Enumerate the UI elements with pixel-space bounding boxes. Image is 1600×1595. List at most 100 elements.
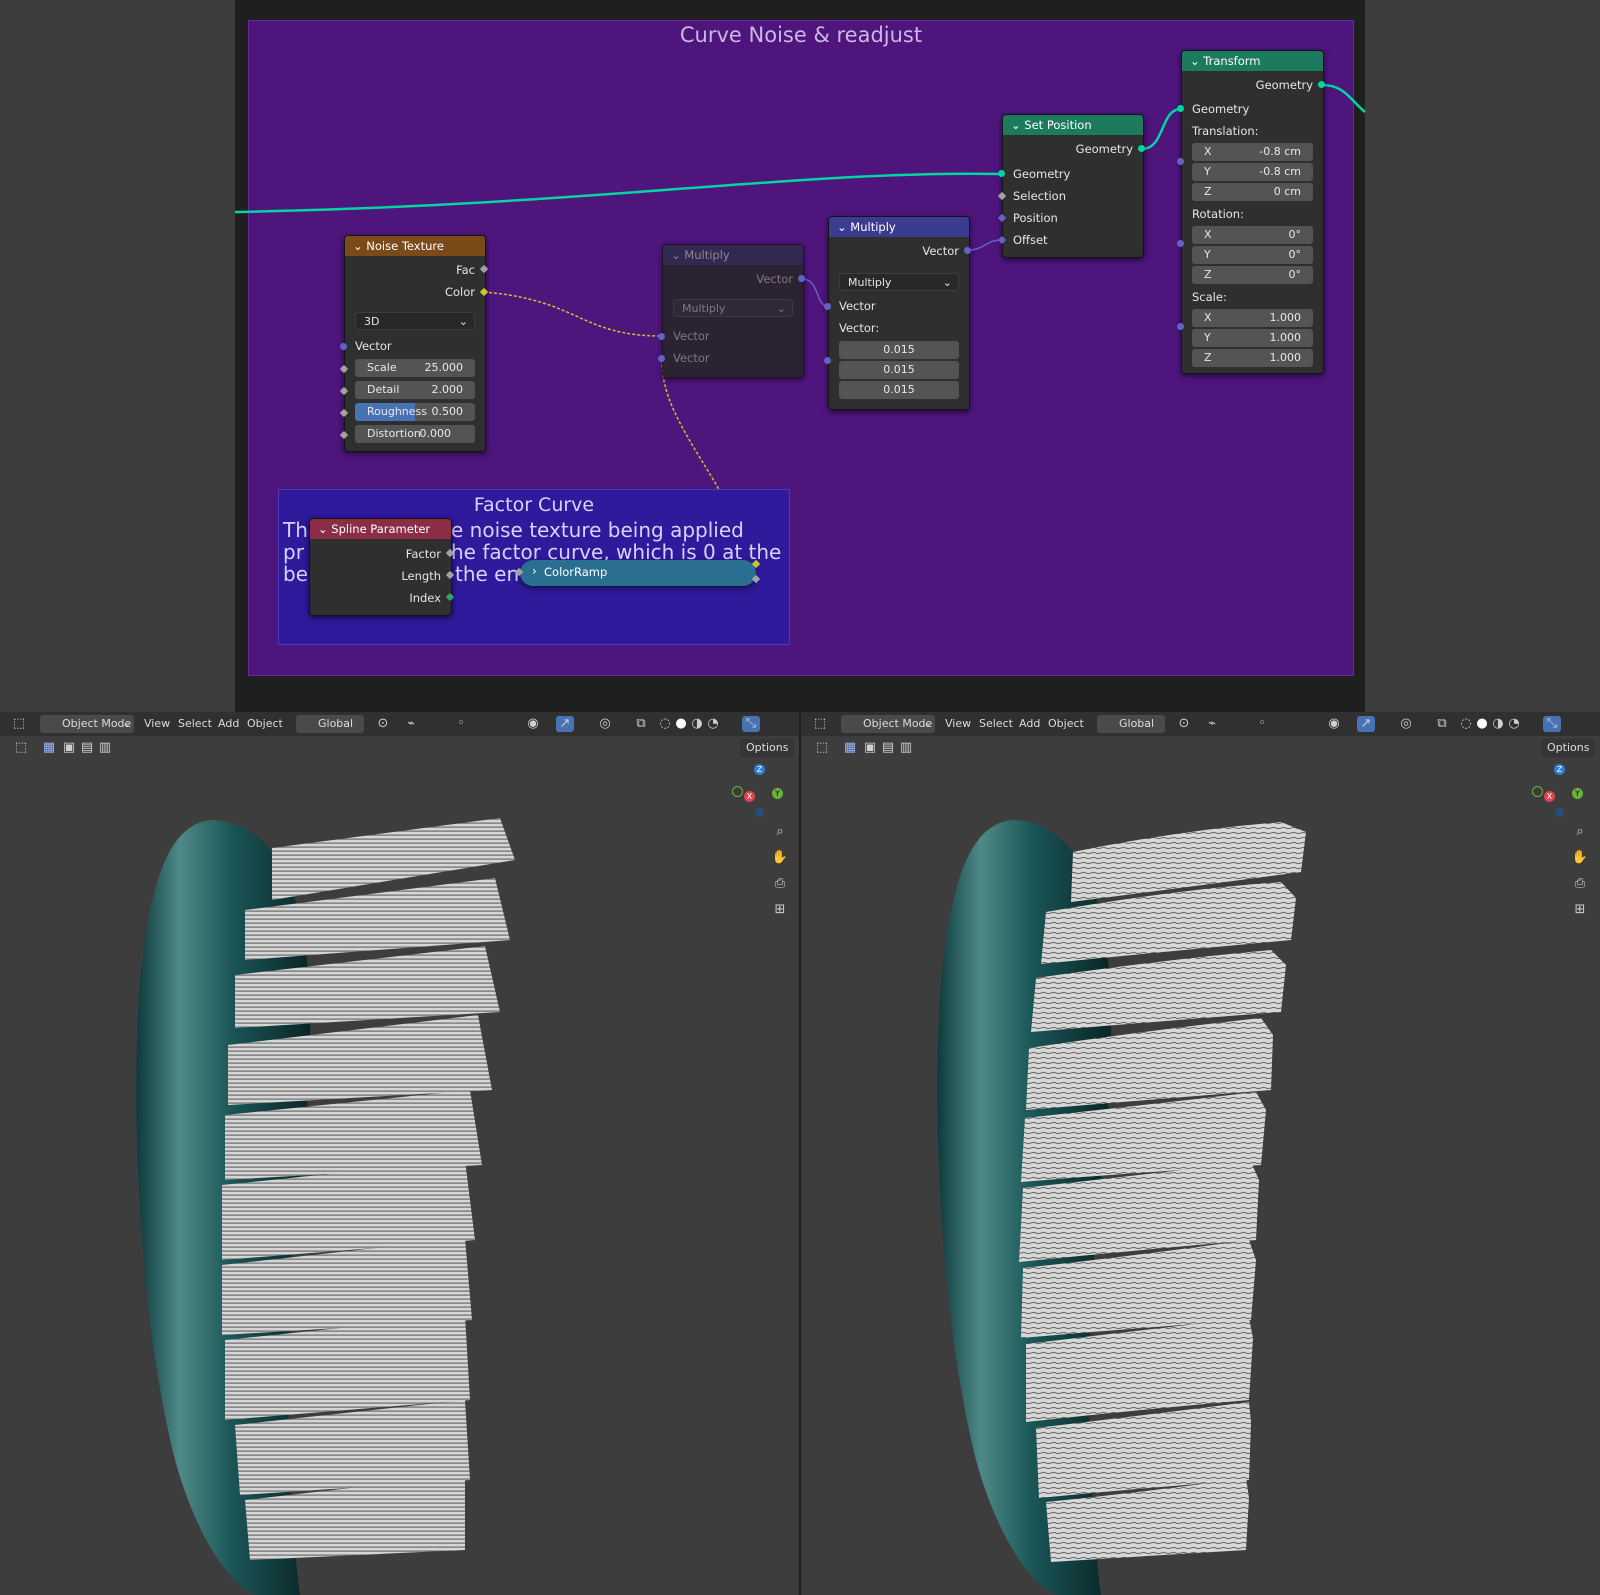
chevron-down-icon[interactable]: ⌄ bbox=[318, 522, 328, 536]
xray-icon[interactable]: ⧉ bbox=[632, 716, 650, 732]
socket-vector-in[interactable] bbox=[824, 357, 831, 364]
rendered-shading-icon[interactable]: ◔ bbox=[704, 716, 722, 732]
socket-geometry-out[interactable] bbox=[1318, 81, 1325, 88]
rotation-x-field[interactable]: X 0° bbox=[1192, 226, 1313, 244]
visibility-icon[interactable]: ◉ bbox=[1325, 716, 1343, 732]
translation-z-field[interactable]: Z 0 cm bbox=[1192, 183, 1313, 201]
select-new-icon[interactable]: ▦ bbox=[40, 740, 58, 756]
node-header[interactable]: ⌄ Multiply bbox=[829, 217, 969, 237]
vector-y-field[interactable]: 0.015 bbox=[839, 361, 959, 379]
node-noise-texture[interactable]: ⌄ Noise Texture Fac Color 3D ⌄ Vector Sca… bbox=[344, 235, 486, 452]
socket-vector[interactable] bbox=[340, 343, 347, 350]
chevron-down-icon[interactable]: ⌄ bbox=[671, 248, 681, 262]
translation-y-field[interactable]: Y -0.8 cm bbox=[1192, 163, 1313, 181]
chevron-down-icon[interactable]: ⌄ bbox=[1011, 118, 1021, 132]
socket-vector-out[interactable] bbox=[798, 275, 805, 282]
editor-type-icon[interactable]: ⬚ bbox=[811, 716, 829, 732]
node-spline-parameter[interactable]: ⌄ Spline Parameter Factor Length Index bbox=[309, 518, 452, 616]
node-header[interactable]: ⌄ Noise Texture bbox=[345, 236, 485, 256]
select-subtract-icon[interactable]: ▤ bbox=[879, 740, 897, 756]
viewport-left[interactable]: ⬚ Object Mode ⌄ View Select Add Object Gl… bbox=[0, 712, 799, 1595]
gizmo-icon[interactable]: ↗ bbox=[556, 716, 574, 732]
menu-view[interactable]: View bbox=[945, 715, 971, 733]
proportional-edit-icon[interactable]: ◦ bbox=[1253, 716, 1271, 732]
node-multiply-muted[interactable]: ⌄ Multiply Vector Multiply ⌄ Vector Vecto… bbox=[662, 244, 804, 378]
menu-object[interactable]: Object bbox=[247, 715, 283, 733]
node-colorramp[interactable]: › ColorRamp bbox=[520, 560, 756, 586]
viewport-right[interactable]: ⬚ Object Mode ⌄ View Select Add Object Gl… bbox=[801, 712, 1600, 1595]
editor-type-icon[interactable]: ⬚ bbox=[10, 716, 28, 732]
socket-vector-in[interactable] bbox=[824, 303, 831, 310]
visibility-icon[interactable]: ◉ bbox=[524, 716, 542, 732]
tool-settings-icon[interactable]: ⤡ bbox=[742, 716, 760, 732]
chevron-down-icon[interactable]: ⌄ bbox=[353, 239, 363, 253]
socket-vector-in[interactable] bbox=[658, 333, 665, 340]
operation-dropdown[interactable]: Multiply ⌄ bbox=[673, 299, 793, 317]
select-extend-icon[interactable]: ▣ bbox=[60, 740, 78, 756]
roughness-slider[interactable]: Roughness 0.500 bbox=[355, 403, 475, 421]
rotation-z-field[interactable]: Z 0° bbox=[1192, 266, 1313, 284]
chevron-down-icon[interactable]: ⌄ bbox=[837, 220, 847, 234]
mode-dropdown[interactable]: Object Mode ⌄ bbox=[841, 715, 935, 733]
socket-geometry-in[interactable] bbox=[998, 170, 1005, 177]
socket-rotation[interactable] bbox=[1177, 240, 1184, 247]
operation-dropdown[interactable]: Multiply ⌄ bbox=[839, 273, 959, 291]
socket-translation[interactable] bbox=[1177, 158, 1184, 165]
overlay-icon[interactable]: ◎ bbox=[1397, 716, 1415, 732]
menu-add[interactable]: Add bbox=[218, 715, 239, 733]
snap-icon[interactable]: ⌁ bbox=[1203, 716, 1221, 732]
node-multiply[interactable]: ⌄ Multiply Vector Multiply ⌄ Vector Vecto… bbox=[828, 216, 970, 410]
scale-z-field[interactable]: Z 1.000 bbox=[1192, 349, 1313, 367]
proportional-edit-icon[interactable]: ◦ bbox=[452, 716, 470, 732]
gizmo-icon[interactable]: ↗ bbox=[1357, 716, 1375, 732]
scale-x-field[interactable]: X 1.000 bbox=[1192, 309, 1313, 327]
node-header[interactable]: ⌄ Multiply bbox=[663, 245, 803, 265]
field-value: 0.500 bbox=[431, 405, 464, 418]
dimensions-dropdown[interactable]: 3D ⌄ bbox=[355, 312, 475, 330]
detail-field[interactable]: Detail 2.000 bbox=[355, 381, 475, 399]
select-invert-icon[interactable]: ▥ bbox=[96, 740, 114, 756]
chevron-down-icon[interactable]: ⌄ bbox=[1190, 54, 1200, 68]
select-tool-icon[interactable]: ⬚ bbox=[12, 740, 30, 756]
rotation-y-field[interactable]: Y 0° bbox=[1192, 246, 1313, 264]
node-header[interactable]: ⌄ Set Position bbox=[1003, 115, 1143, 135]
socket-geometry-in[interactable] bbox=[1177, 105, 1184, 112]
select-subtract-icon[interactable]: ▤ bbox=[78, 740, 96, 756]
vector-x-field[interactable]: 0.015 bbox=[839, 341, 959, 359]
translation-x-field[interactable]: X -0.8 cm bbox=[1192, 143, 1313, 161]
menu-object[interactable]: Object bbox=[1048, 715, 1084, 733]
node-header[interactable]: ⌄ Transform bbox=[1182, 51, 1323, 71]
socket-vector-in[interactable] bbox=[658, 355, 665, 362]
chevron-right-icon[interactable]: › bbox=[532, 564, 537, 578]
menu-select[interactable]: Select bbox=[979, 715, 1013, 733]
socket-scale[interactable] bbox=[1177, 323, 1184, 330]
overlay-icon[interactable]: ◎ bbox=[596, 716, 614, 732]
scale-y-field[interactable]: Y 1.000 bbox=[1192, 329, 1313, 347]
socket-vector-out[interactable] bbox=[964, 247, 971, 254]
pivot-icon[interactable]: ⊙ bbox=[1175, 716, 1193, 732]
menu-add[interactable]: Add bbox=[1019, 715, 1040, 733]
select-new-icon[interactable]: ▦ bbox=[841, 740, 859, 756]
node-set-position[interactable]: ⌄ Set Position Geometry Geometry Selecti… bbox=[1002, 114, 1144, 258]
xray-icon[interactable]: ⧉ bbox=[1433, 716, 1451, 732]
menu-view[interactable]: View bbox=[144, 715, 170, 733]
select-extend-icon[interactable]: ▣ bbox=[861, 740, 879, 756]
select-invert-icon[interactable]: ▥ bbox=[897, 740, 915, 756]
orientation-dropdown[interactable]: Global bbox=[296, 715, 364, 733]
options-dropdown[interactable]: Options bbox=[1541, 739, 1595, 757]
rendered-shading-icon[interactable]: ◔ bbox=[1505, 716, 1523, 732]
select-tool-icon[interactable]: ⬚ bbox=[813, 740, 831, 756]
socket-geometry-out[interactable] bbox=[1138, 145, 1145, 152]
snap-icon[interactable]: ⌁ bbox=[402, 716, 420, 732]
scale-field[interactable]: Scale 25.000 bbox=[355, 359, 475, 377]
orientation-dropdown[interactable]: Global bbox=[1097, 715, 1165, 733]
pivot-icon[interactable]: ⊙ bbox=[374, 716, 392, 732]
distortion-field[interactable]: Distortion 0.000 bbox=[355, 425, 475, 443]
menu-select[interactable]: Select bbox=[178, 715, 212, 733]
mode-dropdown[interactable]: Object Mode ⌄ bbox=[40, 715, 134, 733]
node-transform[interactable]: ⌄ Transform Geometry Geometry Translatio… bbox=[1181, 50, 1324, 374]
options-dropdown[interactable]: Options bbox=[740, 739, 794, 757]
vector-z-field[interactable]: 0.015 bbox=[839, 381, 959, 399]
node-header[interactable]: ⌄ Spline Parameter bbox=[310, 519, 451, 539]
tool-settings-icon[interactable]: ⤡ bbox=[1543, 716, 1561, 732]
